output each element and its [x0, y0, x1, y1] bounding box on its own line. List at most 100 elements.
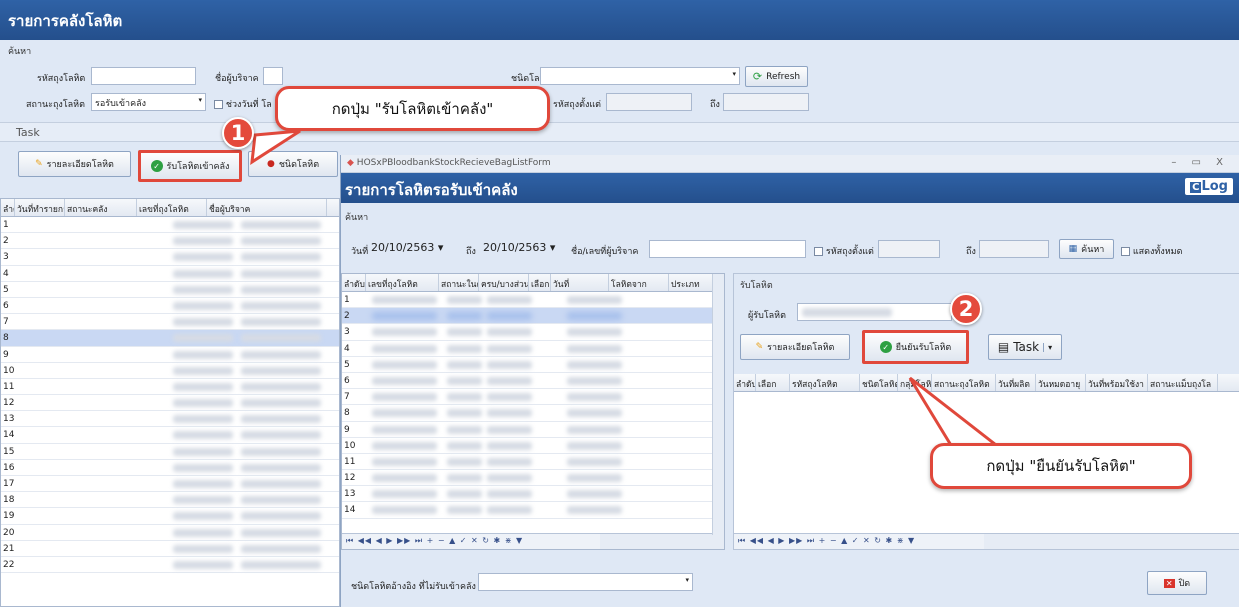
right-record-navigator[interactable]: ⏮ ◀◀ ◀ ▶ ▶▶ ⏭ + − ▲ ✓ ✕ ↻ ✱ ⋇ ▼ — [734, 533, 984, 549]
left-v-scrollbar[interactable] — [712, 274, 724, 535]
row-number: 8 — [344, 408, 350, 419]
window-controls[interactable]: – ▭ X — [1171, 157, 1229, 168]
row-number: 12 — [344, 473, 356, 484]
pending-table-body: 1 2 3 4 5 6 7 8 9 10 11 12 13 14 — [342, 292, 724, 519]
receive-blood-button[interactable]: ✓ รับโลหิตเข้าคลัง — [138, 150, 242, 182]
table-row[interactable]: 19 — [1, 508, 339, 525]
table-row[interactable]: 6 — [1, 298, 339, 315]
table-row[interactable]: 12 — [342, 470, 724, 487]
table-row[interactable]: 21 — [1, 541, 339, 557]
blood-type-select[interactable]: ▾ — [540, 67, 740, 85]
refresh-button[interactable]: ⟳ Refresh — [745, 66, 808, 87]
table-row[interactable]: 22 — [1, 557, 339, 574]
table-row[interactable]: 20 — [1, 525, 339, 541]
main-table: ลำดับ วันที่ทำรายการ สถานะคลัง เลขที่ถุง… — [0, 198, 340, 607]
row-number: 11 — [344, 456, 356, 467]
bag-id-input[interactable] — [91, 67, 196, 85]
row-number: 7 — [3, 317, 9, 328]
table-row[interactable]: 8 — [1, 330, 339, 347]
table-row[interactable]: 16 — [1, 460, 339, 476]
row-number: 14 — [344, 505, 356, 516]
table-row[interactable]: 10 — [1, 363, 339, 379]
table-row[interactable]: 8 — [342, 405, 724, 422]
pencil-icon: ✎ — [755, 342, 764, 352]
table-row[interactable]: 18 — [1, 492, 339, 509]
blood-detail-button[interactable]: ✎ รายละเอียดโลหิต — [18, 151, 131, 177]
table-row[interactable]: 7 — [1, 314, 339, 331]
left-h-scrollbar[interactable] — [600, 533, 724, 549]
dialog-bag-to-input[interactable] — [979, 240, 1049, 258]
check-icon: ✓ — [150, 160, 163, 172]
task-dropdown-button[interactable]: ▤ Task ▾ — [988, 334, 1062, 360]
row-number: 9 — [3, 349, 9, 360]
row-number: 12 — [3, 398, 15, 409]
check-icon: ✓ — [879, 341, 892, 353]
donor-name-input[interactable] — [649, 240, 806, 258]
table-row[interactable]: 7 — [342, 389, 724, 406]
row-number: 3 — [3, 252, 9, 263]
main-title-bar: รายการคลังโลหิต — [0, 0, 1239, 40]
bag-from-label: รหัสถุงตั้งแต่ — [553, 100, 601, 110]
date-to-label: ถึง — [466, 247, 476, 257]
table-row[interactable]: 15 — [1, 444, 339, 460]
pending-bags-table: ลำดับ เลขที่ถุงโลหิต สถานะในค ครบ/บางส่ว… — [341, 273, 725, 550]
bag-from-input[interactable] — [606, 93, 692, 111]
table-row[interactable]: 13 — [342, 486, 724, 503]
blood-type-button[interactable]: ● ชนิดโลหิต — [248, 151, 338, 177]
row-number: 10 — [344, 440, 356, 451]
row-number: 5 — [3, 284, 9, 295]
table-row[interactable]: 17 — [1, 476, 339, 493]
table-row[interactable]: 12 — [1, 395, 339, 412]
table-row[interactable]: 1 — [342, 292, 724, 309]
table-row[interactable]: 5 — [342, 357, 724, 373]
log-button[interactable]: C Log — [1185, 178, 1233, 195]
table-row[interactable]: 9 — [342, 422, 724, 438]
row-number: 2 — [3, 236, 9, 247]
table-row[interactable]: 3 — [1, 249, 339, 266]
row-number: 16 — [3, 462, 15, 473]
bag-status-select[interactable]: รอรับเข้าคลัง ▾ — [91, 93, 206, 111]
dialog-title-bar: รายการโลหิตรอรับเข้าคลัง C Log — [341, 173, 1239, 203]
table-row[interactable]: 11 — [1, 379, 339, 396]
receive-dialog: ◆ HOSxPBloodbankStockRecieveBagListForm … — [340, 155, 1239, 607]
table-row[interactable]: 11 — [342, 454, 724, 471]
row-number: 13 — [3, 414, 15, 425]
row-number: 1 — [3, 220, 9, 230]
bag-to-input[interactable] — [723, 93, 809, 111]
table-row[interactable]: 14 — [342, 502, 724, 519]
bag-from-checkbox[interactable]: รหัสถุงตั้งแต่ — [814, 244, 874, 258]
table-row[interactable]: 4 — [1, 266, 339, 282]
table-row[interactable]: 13 — [1, 411, 339, 428]
row-number: 6 — [3, 300, 9, 311]
table-row[interactable]: 10 — [342, 438, 724, 454]
table-row[interactable]: 2 — [342, 308, 724, 325]
confirm-receive-button[interactable]: ✓ ยืนยันรับโลหิต — [862, 330, 969, 364]
dialog-blood-detail-button[interactable]: ✎ รายละเอียดโลหิต — [740, 334, 850, 360]
receive-group: รับโลหิต ผู้รับโลหิต ✎ รายละเอียดโลหิต ✓ ย… — [733, 273, 1239, 550]
right-h-scrollbar[interactable] — [984, 533, 1239, 549]
donor-input[interactable] — [263, 67, 283, 85]
close-button[interactable]: ✕ ปิด — [1147, 571, 1207, 595]
row-number: 18 — [3, 495, 15, 506]
table-row[interactable]: 14 — [1, 427, 339, 444]
left-record-navigator[interactable]: ⏮ ◀◀ ◀ ▶ ▶▶ ⏭ + − ▲ ✓ ✕ ↻ ✱ ⋇ ▼ — [342, 533, 600, 549]
ref-blood-type-select[interactable]: ▾ — [478, 573, 693, 591]
receiver-input[interactable] — [797, 303, 952, 321]
date-to-picker[interactable]: 20/10/2563 ▾ — [481, 239, 557, 256]
table-row[interactable]: 9 — [1, 347, 339, 363]
date-range-checkbox[interactable]: ช่วงวันที่ โล — [214, 97, 272, 111]
drop-icon: ● — [266, 159, 275, 169]
pencil-icon: ✎ — [35, 159, 43, 169]
date-label: วันที่ — [351, 247, 369, 257]
table-row[interactable]: 3 — [342, 324, 724, 341]
table-row[interactable]: 1 — [1, 217, 339, 234]
table-row[interactable]: 2 — [1, 233, 339, 250]
table-row[interactable]: 4 — [342, 341, 724, 357]
search-button[interactable]: ▦ ค้นหา — [1059, 239, 1114, 259]
table-row[interactable]: 5 — [1, 282, 339, 298]
table-row[interactable]: 6 — [342, 373, 724, 390]
dialog-bag-from-input[interactable] — [878, 240, 940, 258]
show-all-checkbox[interactable]: แสดงทั้งหมด — [1121, 244, 1182, 258]
task-icon: ▤ — [997, 340, 1010, 354]
date-from-picker[interactable]: 20/10/2563 ▾ — [369, 239, 445, 256]
